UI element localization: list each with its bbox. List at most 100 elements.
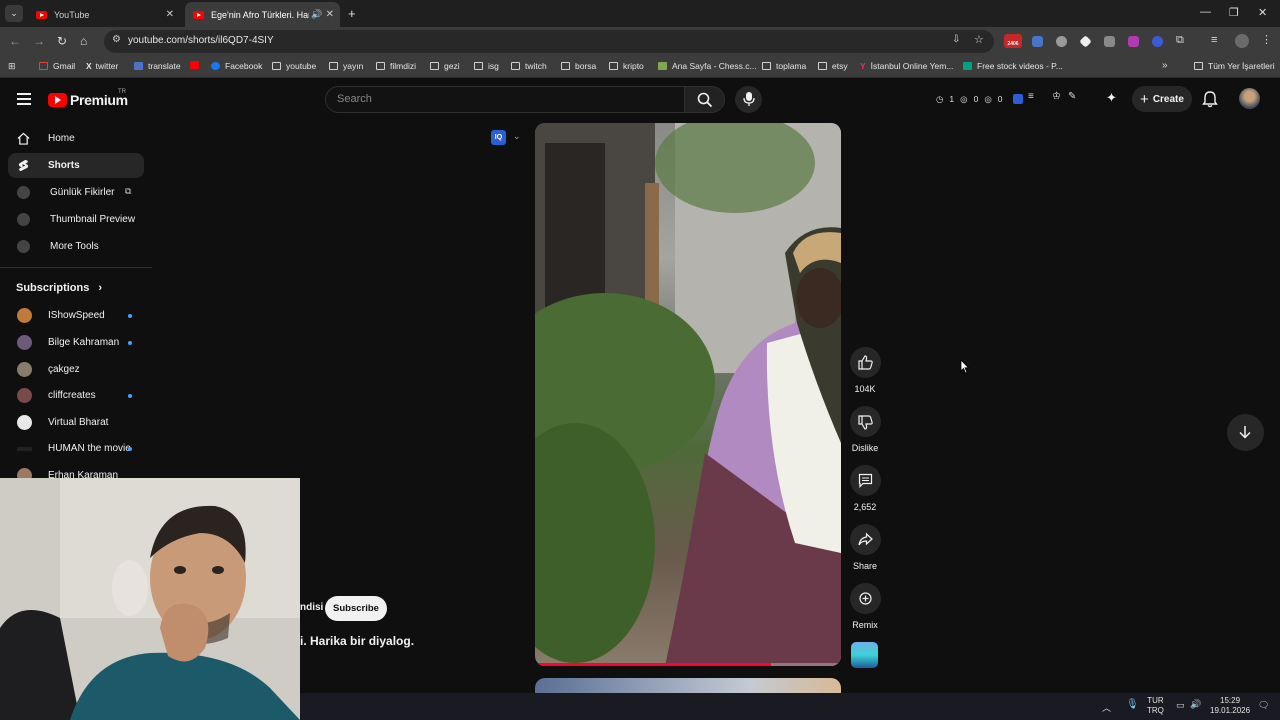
bookmark-folder-toplama[interactable]: toplama [762, 61, 806, 71]
extension-icon[interactable] [1152, 36, 1163, 47]
video-progress-bar[interactable] [535, 663, 841, 666]
subscription-virtual-bharat[interactable]: Virtual Bharat [8, 410, 144, 435]
dislike-button[interactable]: Dislike [848, 406, 882, 453]
subscription-cliffcreates[interactable]: cliffcreates [8, 383, 144, 408]
sidebar-item-gunluk-fikirler[interactable]: Günlük Fikirler ⧉ [8, 180, 144, 205]
remix-button[interactable]: Remix [848, 583, 882, 630]
bookmark-folder-filmdizi[interactable]: filmdizi [376, 61, 416, 71]
sidebar-item-more-tools[interactable]: More Tools [8, 234, 144, 259]
back-button[interactable]: ← [9, 34, 21, 48]
home-button[interactable]: ⌂ [80, 34, 87, 48]
forward-button[interactable]: → [33, 34, 45, 48]
close-tab-icon[interactable]: ✕ [166, 9, 174, 20]
install-app-icon[interactable]: ⇩ [952, 34, 960, 45]
search-button[interactable] [684, 86, 725, 113]
bookmark-facebook[interactable]: Facebook [211, 61, 262, 71]
translate-extension-icon[interactable] [1032, 36, 1043, 47]
account-avatar[interactable] [1239, 88, 1260, 109]
speaker-icon[interactable]: 🔊 [311, 9, 322, 20]
chevron-down-icon[interactable]: ⌄ [513, 131, 521, 142]
bookmark-folder-borsa[interactable]: borsa [561, 61, 596, 71]
new-tab-button[interactable]: + [348, 6, 356, 21]
edit-icon[interactable]: ✎ [1068, 91, 1076, 102]
close-tab-icon[interactable]: ✕ [326, 9, 334, 20]
input-language[interactable]: TUR TRQ [1147, 696, 1164, 716]
vidiq-badge-icon[interactable]: IQ [491, 130, 506, 145]
subscribe-button[interactable]: Subscribe [325, 596, 387, 621]
webcam-overlay [0, 478, 300, 720]
close-window-button[interactable]: ✕ [1258, 6, 1267, 19]
sound-thumbnail[interactable] [851, 642, 878, 668]
subscription-cakgez[interactable]: çakgez [8, 357, 144, 382]
search-input[interactable] [337, 93, 667, 105]
apps-grid-icon[interactable]: ⊞ [8, 61, 16, 72]
tab-search-button[interactable]: ⌄ [5, 5, 23, 22]
extension-icon[interactable] [1128, 36, 1139, 47]
subscriptions-header[interactable]: Subscriptions › [16, 282, 102, 294]
extensions-puzzle-icon[interactable]: ⧉ [1176, 34, 1184, 47]
subscription-ishowspeed[interactable]: IShowSpeed [8, 303, 144, 328]
sidebar-item-home[interactable]: Home [8, 126, 144, 151]
sidebar-item-label: Home [48, 133, 75, 144]
bookmark-folder-youtube[interactable]: youtube [272, 61, 316, 71]
extension-stats[interactable]: ◷ 1 ◎ 0 ◎ 0 [936, 94, 1002, 105]
all-bookmarks-folder[interactable]: Tüm Yer İşaretleri [1194, 61, 1275, 71]
vidiq-icon[interactable] [1013, 94, 1023, 104]
extension-badge-icon[interactable]: 2406 [1004, 34, 1022, 48]
bookmark-translate[interactable]: translate [134, 61, 181, 71]
extension-icon[interactable] [1056, 36, 1067, 47]
subscription-bilge-kahraman[interactable]: Bilge Kahraman [8, 330, 144, 355]
reload-button[interactable]: ↻ [57, 34, 67, 48]
comments-button[interactable]: 2,652 [848, 465, 882, 512]
notification-icon[interactable]: 🗨 [1258, 700, 1269, 711]
more-bookmarks-icon[interactable]: » [1162, 60, 1168, 71]
voice-search-button[interactable] [735, 86, 762, 113]
bookmark-gmail[interactable]: Gmail [39, 61, 75, 71]
browser-menu-icon[interactable]: ⋮ [1261, 33, 1272, 46]
next-short-button[interactable] [1227, 414, 1264, 451]
bookmark-folder-kripto[interactable]: kripto [609, 61, 644, 71]
bookmark-folder-gezi[interactable]: gezi [430, 61, 460, 71]
profile-icon[interactable] [1235, 34, 1249, 48]
remix-label: Remix [852, 620, 878, 630]
subscription-human-the-movie[interactable]: HUMAN the movie [8, 436, 144, 461]
tab-active-video[interactable]: Ege'nin Afro Türkleri. Harika 🔊 ✕ [185, 2, 340, 27]
bookmark-chess[interactable]: Ana Sayfa - Chess.c... [658, 61, 757, 71]
bookmark-folder-yayin[interactable]: yayın [329, 61, 363, 71]
address-bar[interactable]: ⚙ youtube.com/shorts/il6QD7-4SIY ⇩ ☆ [104, 30, 994, 53]
short-video-player[interactable] [535, 123, 841, 666]
bell-icon[interactable] [1202, 90, 1218, 108]
gemini-sparkle-icon[interactable]: ✦ [1106, 90, 1117, 106]
clock[interactable]: 15:29 19.01.2026 [1210, 696, 1250, 716]
youtube-logo[interactable]: Premium TR [48, 89, 128, 108]
like-button[interactable]: 104K [848, 347, 882, 394]
trophy-icon[interactable]: ♔ [1052, 91, 1061, 102]
menu-icon[interactable] [17, 93, 31, 108]
extension-diamond-icon[interactable] [1079, 35, 1092, 48]
bookmark-folder-isg[interactable]: isg [474, 61, 499, 71]
create-button[interactable]: + Create [1132, 86, 1192, 112]
share-button[interactable]: Share [848, 524, 882, 571]
chevron-up-icon[interactable]: ︿ [1102, 701, 1111, 714]
clock-icon: ◷ [936, 94, 944, 104]
minimize-button[interactable]: — [1200, 6, 1211, 18]
network-icon[interactable]: ▭ [1176, 700, 1185, 711]
bookmark-twitter[interactable]: Xtwitter [86, 61, 118, 71]
microphone-tray-icon[interactable]: 🎙 [1126, 699, 1139, 710]
list-icon[interactable]: ≡ [1028, 91, 1034, 102]
bookmark-folder-etsy[interactable]: etsy [818, 61, 848, 71]
bookmark-istanbul-online[interactable]: Y İstanbul Online Yem... [860, 61, 953, 71]
restore-button[interactable]: ❐ [1229, 6, 1239, 19]
bookmark-star-icon[interactable]: ☆ [974, 33, 984, 46]
reading-list-icon[interactable]: ≡ [1211, 34, 1217, 46]
sidebar-item-thumbnail-preview[interactable]: Thumbnail Preview [8, 207, 144, 232]
extension-icon[interactable] [1104, 36, 1115, 47]
volume-icon[interactable]: 🔊 [1190, 699, 1201, 710]
bookmark-folder-twitch[interactable]: twitch [511, 61, 547, 71]
bookmark-free-stock-videos[interactable]: Free stock videos - P... [963, 61, 1063, 71]
bookmark-youtube-red[interactable] [190, 61, 204, 69]
tab-youtube[interactable]: YouTube ✕ [28, 2, 180, 27]
site-info-icon[interactable]: ⚙ [112, 34, 121, 45]
channel-name[interactable]: ndisi [300, 602, 323, 613]
sidebar-item-shorts[interactable]: Shorts [8, 153, 144, 178]
